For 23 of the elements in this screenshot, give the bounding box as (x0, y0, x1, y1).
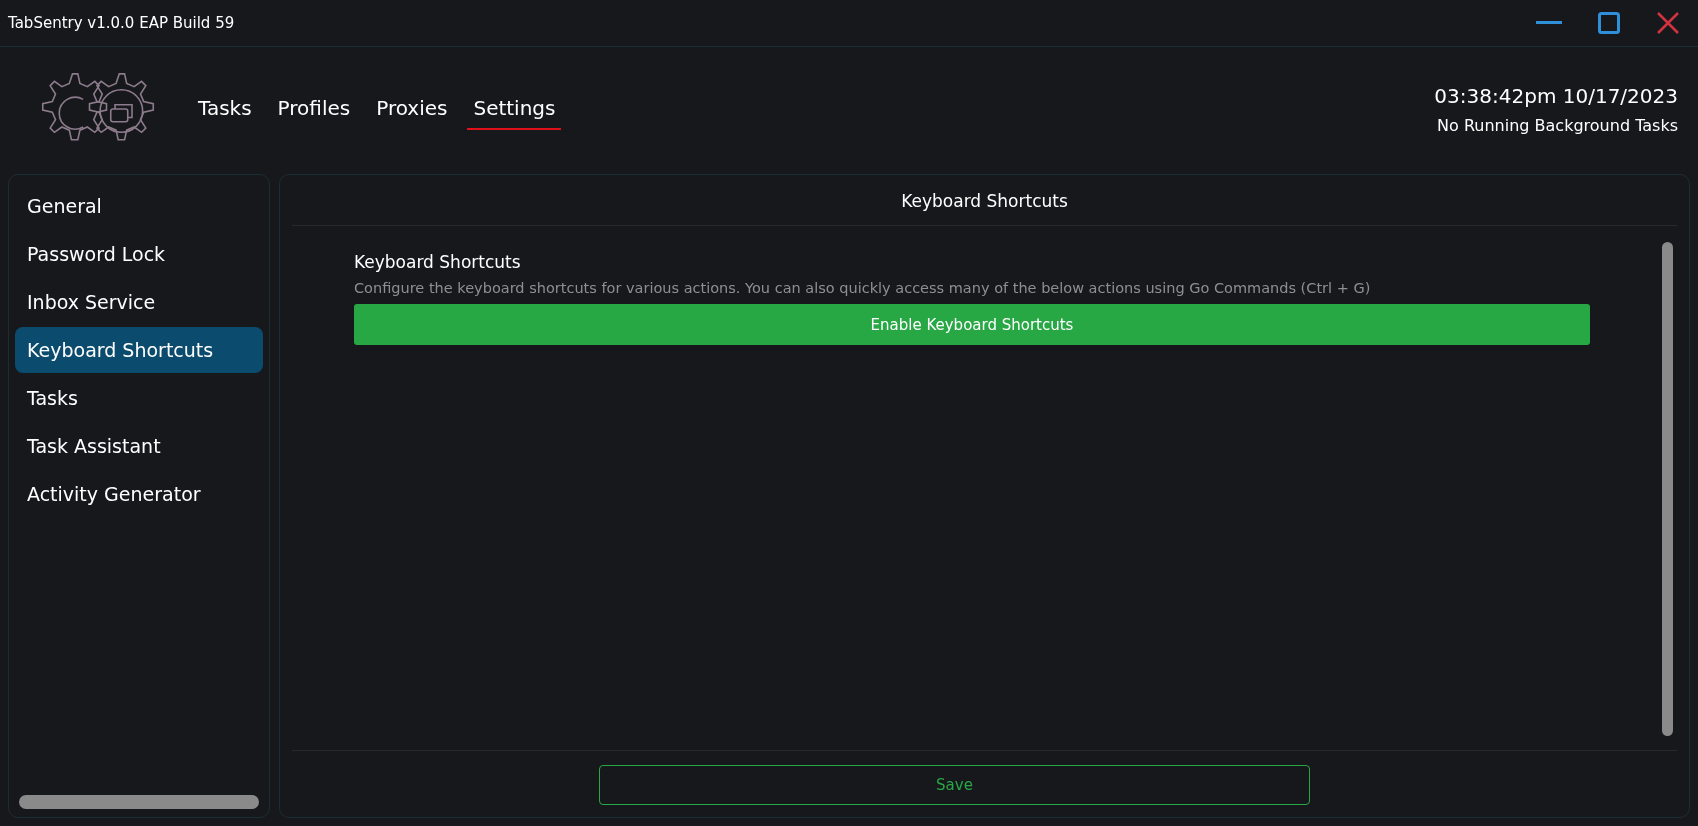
status-text: No Running Background Tasks (1437, 116, 1678, 135)
section-description: Configure the keyboard shortcuts for various actions. You can also quickly access many of the below actions using Go Commands (Ctrl + G) (354, 280, 1372, 296)
sidebar-item[interactable]: Password Lock (15, 231, 263, 277)
nav-tab[interactable]: Tasks (192, 89, 258, 130)
sidebar-item[interactable]: Activity Generator (15, 471, 263, 517)
sidebar-item[interactable]: Tasks (15, 375, 263, 421)
clock-text: 03:38:42pm 10/17/2023 (1434, 84, 1678, 108)
section-title: Keyboard Shortcuts (354, 252, 522, 272)
nav-tab[interactable]: Settings (467, 89, 562, 130)
scrollbar-thumb[interactable] (19, 795, 259, 809)
sidebar-item[interactable]: Inbox Service (15, 279, 263, 325)
sidebar-item[interactable]: Task Assistant (15, 423, 263, 469)
sidebar-item[interactable]: General (15, 183, 263, 229)
scrollbar-thumb[interactable] (1662, 242, 1673, 736)
sidebar-item[interactable]: Keyboard Shortcuts (15, 327, 263, 373)
panel-title: Keyboard Shortcuts (292, 175, 1677, 226)
nav-tab[interactable]: Profiles (271, 89, 357, 130)
minimize-icon (1536, 21, 1562, 25)
save-button[interactable]: Save (599, 765, 1310, 805)
nav-tab[interactable]: Proxies (370, 89, 454, 130)
window-title: TabSentry v1.0.0 EAP Build 59 (8, 14, 235, 32)
maximize-icon (1598, 12, 1620, 34)
close-icon (1656, 11, 1680, 35)
